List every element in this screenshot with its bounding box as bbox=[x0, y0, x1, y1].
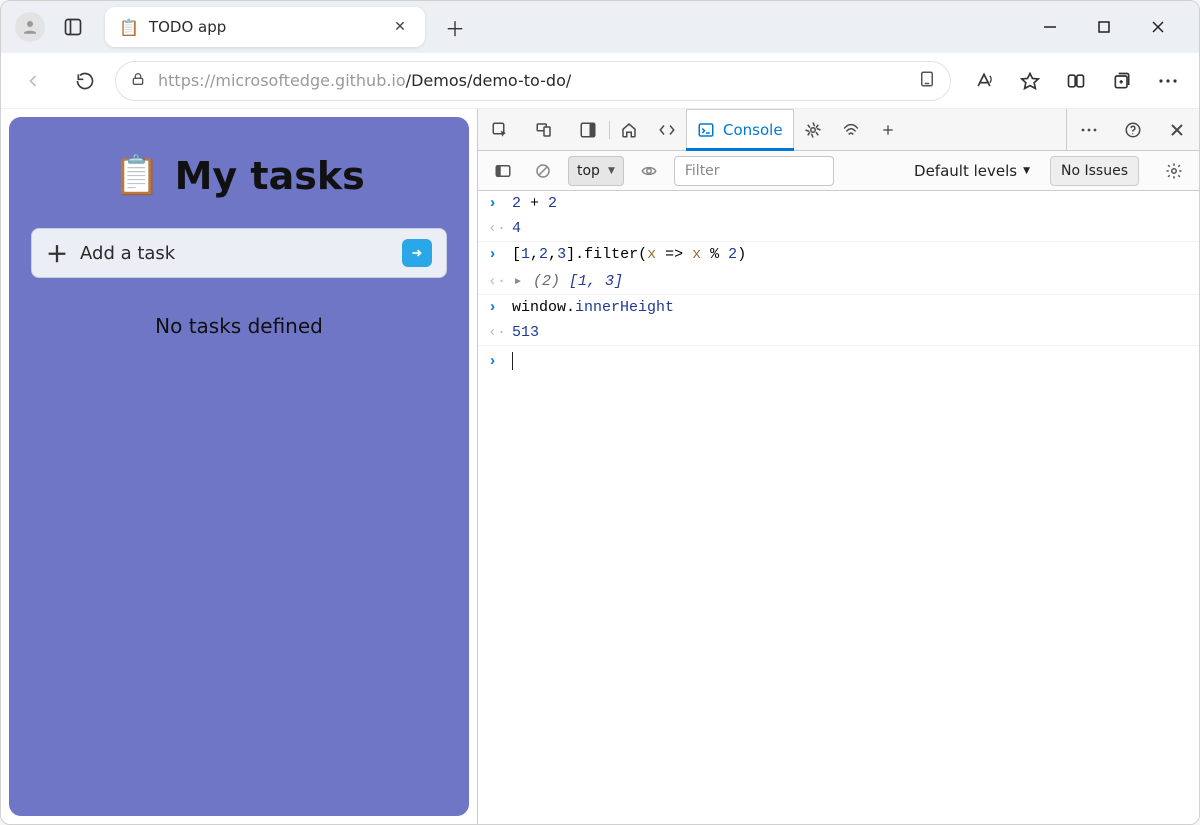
cursor bbox=[512, 352, 513, 370]
devtools-panel: Console bbox=[477, 109, 1199, 824]
address-bar-row: https://microsoftedge.github.io/Demos/de… bbox=[1, 53, 1199, 109]
console-filter-input[interactable]: Filter bbox=[674, 156, 834, 186]
clipboard-icon: 📋 bbox=[119, 18, 139, 37]
console-input-row: › window.innerHeight bbox=[478, 295, 1199, 320]
devtools-more-icon[interactable] bbox=[1067, 127, 1111, 133]
console-prompt[interactable]: › bbox=[478, 346, 1199, 376]
tab-title: TODO app bbox=[149, 18, 379, 36]
devtools-tabs: Console bbox=[478, 109, 1199, 151]
lock-icon bbox=[130, 71, 146, 91]
dock-side-icon[interactable] bbox=[566, 121, 610, 139]
favorite-icon[interactable] bbox=[1009, 60, 1051, 102]
return-icon: ‹· bbox=[488, 220, 502, 237]
console-result-row: ‹· 4 bbox=[478, 216, 1199, 242]
console-result-row: ‹· 513 bbox=[478, 320, 1199, 346]
refresh-button[interactable] bbox=[63, 59, 107, 103]
more-tabs-button[interactable] bbox=[870, 109, 906, 150]
browser-tab[interactable]: 📋 TODO app ✕ bbox=[105, 7, 425, 47]
devtools-help-icon[interactable] bbox=[1111, 121, 1155, 139]
task-placeholder: Add a task bbox=[80, 243, 390, 264]
todo-app: 📋 My tasks ＋ Add a task No tasks defined bbox=[9, 117, 469, 816]
return-icon: ‹· bbox=[488, 273, 502, 290]
prompt-icon: › bbox=[488, 299, 502, 316]
settings-more-icon[interactable] bbox=[1147, 60, 1189, 102]
prompt-icon: › bbox=[488, 246, 502, 263]
tab-console[interactable]: Console bbox=[686, 109, 794, 150]
devtools-close-icon[interactable] bbox=[1155, 123, 1199, 137]
read-aloud-icon[interactable] bbox=[963, 60, 1005, 102]
console-input-row: › [1,2,3].filter(x => x % 2) bbox=[478, 242, 1199, 267]
maximize-button[interactable] bbox=[1089, 12, 1119, 42]
device-emulation-icon[interactable] bbox=[522, 121, 566, 139]
console-toolbar: top ▼ Filter Default levels ▼ No Issues bbox=[478, 151, 1199, 191]
address-bar[interactable]: https://microsoftedge.github.io/Demos/de… bbox=[115, 61, 951, 101]
url-text: https://microsoftedge.github.io/Demos/de… bbox=[158, 71, 571, 90]
console-input-row: › 2 + 2 bbox=[478, 191, 1199, 216]
browser-titlebar: 📋 TODO app ✕ ＋ bbox=[1, 1, 1199, 53]
add-task-input[interactable]: ＋ Add a task bbox=[31, 228, 447, 278]
console-settings-icon[interactable] bbox=[1159, 157, 1189, 185]
prompt-icon: › bbox=[488, 195, 502, 212]
console-result-row: ‹· ▸ (2) [1, 3] bbox=[478, 267, 1199, 295]
issues-badge[interactable]: No Issues bbox=[1050, 156, 1139, 186]
tab-console-label: Console bbox=[723, 121, 783, 139]
tab-sources[interactable] bbox=[794, 109, 832, 150]
tab-elements[interactable] bbox=[648, 109, 686, 150]
console-output[interactable]: › 2 + 2 ‹· 4 › [1,2,3].filter(x => x % 2… bbox=[478, 191, 1199, 824]
page-title: 📋 My tasks bbox=[31, 153, 447, 198]
tab-network[interactable] bbox=[832, 109, 870, 150]
prompt-icon: › bbox=[488, 353, 502, 370]
log-levels-selector[interactable]: Default levels ▼ bbox=[914, 162, 1030, 180]
tab-close-button[interactable]: ✕ bbox=[389, 19, 411, 35]
vertical-tabs-icon[interactable] bbox=[59, 13, 87, 41]
collections-icon[interactable] bbox=[1101, 60, 1143, 102]
execution-context-selector[interactable]: top ▼ bbox=[568, 156, 624, 186]
tab-welcome[interactable] bbox=[610, 109, 648, 150]
empty-state: No tasks defined bbox=[31, 314, 447, 338]
profile-avatar[interactable] bbox=[15, 12, 45, 42]
minimize-button[interactable] bbox=[1035, 12, 1065, 42]
app-available-icon[interactable] bbox=[918, 70, 936, 92]
return-icon: ‹· bbox=[488, 324, 502, 341]
clear-console-icon[interactable] bbox=[528, 157, 558, 185]
inspect-element-icon[interactable] bbox=[478, 121, 522, 139]
new-tab-button[interactable]: ＋ bbox=[437, 9, 473, 45]
plus-icon: ＋ bbox=[46, 237, 68, 269]
back-button[interactable] bbox=[11, 59, 55, 103]
split-screen-icon[interactable] bbox=[1055, 60, 1097, 102]
page-viewport: 📋 My tasks ＋ Add a task No tasks defined bbox=[1, 109, 477, 824]
close-window-button[interactable] bbox=[1143, 12, 1173, 42]
clipboard-icon: 📋 bbox=[113, 153, 160, 198]
toggle-sidebar-icon[interactable] bbox=[488, 157, 518, 185]
submit-task-button[interactable] bbox=[402, 239, 432, 267]
live-expression-icon[interactable] bbox=[634, 157, 664, 185]
